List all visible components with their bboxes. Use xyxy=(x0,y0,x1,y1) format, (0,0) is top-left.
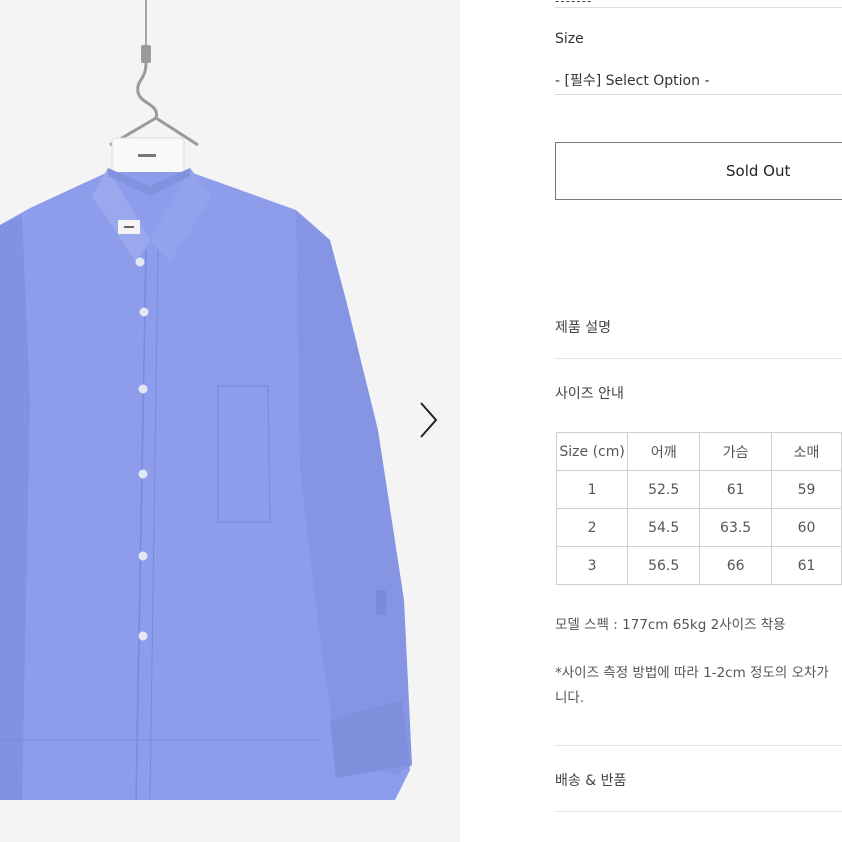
table-row: 3 56.5 66 61 xyxy=(555,546,842,585)
table-cell: 54.5 xyxy=(627,508,701,547)
product-info-panel: ------- Size - [필수] Select Option - Sold… xyxy=(460,0,842,842)
table-header-cell: Size (cm) xyxy=(555,432,629,471)
sold-out-button[interactable]: Sold Out xyxy=(555,142,842,200)
measurement-note-line1: *사이즈 측정 방법에 따라 1-2cm 정도의 오차가 xyxy=(555,665,829,681)
table-cell: 3 xyxy=(555,546,629,585)
tab-size-guide[interactable]: 사이즈 안내 xyxy=(555,383,624,403)
measurement-note-line2: 니다. xyxy=(555,690,585,706)
divider xyxy=(555,745,842,746)
size-option-label: Size xyxy=(555,31,584,47)
table-cell: 61 xyxy=(771,546,842,585)
table-header-row: Size (cm) 어깨 가슴 소매 xyxy=(555,432,842,471)
table-cell: 2 xyxy=(555,508,629,547)
table-cell: 66 xyxy=(699,546,773,585)
table-cell: 63.5 xyxy=(699,508,773,547)
table-cell: 56.5 xyxy=(627,546,701,585)
chevron-right-icon xyxy=(420,402,438,438)
table-cell: 60 xyxy=(771,508,842,547)
divider xyxy=(555,7,842,8)
table-cell: 52.5 xyxy=(627,470,701,509)
tab-product-description[interactable]: 제품 설명 xyxy=(555,317,611,337)
table-header-cell: 가슴 xyxy=(699,432,773,471)
divider xyxy=(555,358,842,359)
tab-shipping-returns[interactable]: 배송 & 반품 xyxy=(555,770,626,790)
table-cell: 61 xyxy=(699,470,773,509)
table-row: 1 52.5 61 59 xyxy=(555,470,842,509)
next-image-button[interactable] xyxy=(414,400,444,440)
product-photo-shirt xyxy=(0,0,412,801)
size-option-select[interactable]: - [필수] Select Option - xyxy=(555,70,842,95)
size-chart-table: Size (cm) 어깨 가슴 소매 1 52.5 61 59 2 54.5 6… xyxy=(555,432,842,585)
table-header-cell: 어깨 xyxy=(627,432,701,471)
product-image-gallery xyxy=(0,0,460,842)
table-cell: 59 xyxy=(771,470,842,509)
table-header-cell: 소매 xyxy=(771,432,842,471)
table-cell: 1 xyxy=(555,470,629,509)
table-row: 2 54.5 63.5 60 xyxy=(555,508,842,547)
divider xyxy=(555,811,842,812)
model-spec-text: 모델 스펙 : 177cm 65kg 2사이즈 착용 xyxy=(555,617,786,633)
